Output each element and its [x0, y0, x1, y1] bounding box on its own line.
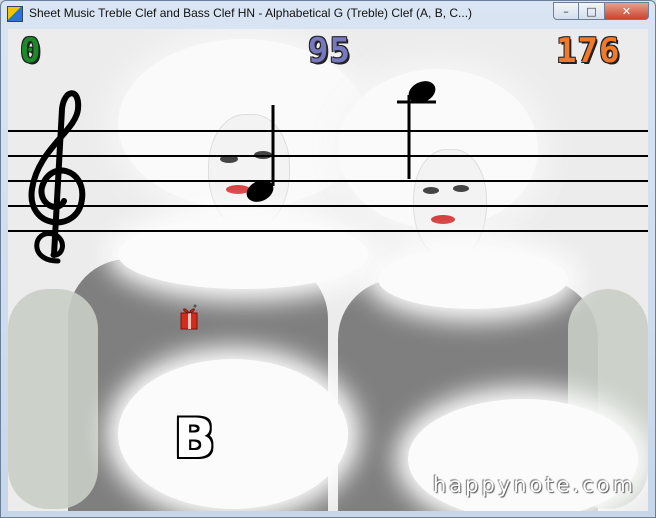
score-left: 0: [20, 31, 42, 71]
watermark: happynote.com: [433, 473, 637, 497]
game-area[interactable]: 0 95 176 B happynote.com: [8, 29, 648, 511]
maximize-button[interactable]: □: [579, 2, 605, 20]
score-center: 95: [308, 31, 351, 71]
app-window: Sheet Music Treble Clef and Bass Clef HN…: [0, 0, 656, 518]
close-button[interactable]: ✕: [605, 2, 649, 20]
window-title: Sheet Music Treble Clef and Bass Clef HN…: [29, 6, 473, 20]
minimize-icon: –: [563, 4, 569, 18]
window-controls: – □ ✕: [553, 2, 649, 20]
score-right: 176: [556, 31, 621, 71]
close-icon: ✕: [621, 4, 632, 18]
maximize-icon: □: [586, 4, 597, 18]
title-bar[interactable]: Sheet Music Treble Clef and Bass Clef HN…: [1, 1, 655, 28]
app-icon[interactable]: [7, 6, 23, 22]
minimize-button[interactable]: –: [553, 2, 579, 20]
music-note-2: [397, 81, 436, 179]
staff-lines: [8, 130, 648, 232]
note-letter-answer: B: [174, 407, 216, 470]
treble-clef-icon: [28, 90, 86, 264]
gift-icon[interactable]: [178, 303, 200, 333]
music-staff: [8, 81, 648, 264]
